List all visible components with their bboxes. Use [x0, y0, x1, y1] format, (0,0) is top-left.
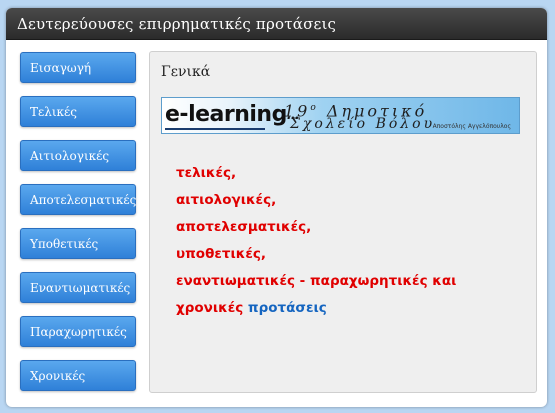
- topic-item: αποτελεσματικές,: [176, 219, 312, 235]
- topic-item-last: εναντιωματικές - παραχωρητικές και χρονι…: [176, 268, 526, 322]
- school-banner: e-learning... 19ο Δημοτικό Σχολείο Βόλου…: [161, 97, 520, 134]
- sidebar-item-final[interactable]: Τελικές: [20, 96, 136, 127]
- sidebar-item-temporal[interactable]: Χρονικές: [20, 360, 136, 391]
- page-title: Γενικά: [161, 64, 211, 80]
- logo-underline: [165, 128, 265, 130]
- sidebar-item-consecutive[interactable]: Αποτελεσματικές: [20, 184, 136, 215]
- sidebar-item-introduction[interactable]: Εισαγωγή: [20, 52, 136, 83]
- topic-last-line1: εναντιωματικές - παραχωρητικές και: [176, 273, 457, 289]
- topic-last-blue: προτάσεις: [247, 300, 327, 316]
- banner-school-line2: Σχολείο Βόλου: [290, 116, 436, 132]
- sidebar-item-causal[interactable]: Αιτιολογικές: [20, 140, 136, 171]
- app-window: Δευτερεύουσες επιρρηματικές προτάσεις Ει…: [6, 8, 547, 407]
- sidebar-item-adversative[interactable]: Εναντιωματικές: [20, 272, 136, 303]
- content-panel: Γενικά e-learning... 19ο Δημοτικό Σχολεί…: [149, 51, 537, 393]
- elearning-logo: e-learning...: [165, 102, 300, 127]
- window-title: Δευτερεύουσες επιρρηματικές προτάσεις: [6, 8, 547, 40]
- topic-item: αιτιολογικές,: [176, 192, 277, 208]
- topic-item: τελικές,: [176, 165, 237, 181]
- topic-item: υποθετικές,: [176, 246, 266, 262]
- sidebar-nav: Εισαγωγή Τελικές Αιτιολογικές Αποτελεσμα…: [20, 52, 137, 404]
- topic-last-red: χρονικές: [176, 300, 244, 316]
- banner-author: Αποστόλης Αγγελόπουλος: [432, 123, 511, 130]
- sidebar-item-concessive[interactable]: Παραχωρητικές: [20, 316, 136, 347]
- sidebar-item-conditional[interactable]: Υποθετικές: [20, 228, 136, 259]
- topic-list: τελικές, αιτιολογικές, αποτελεσματικές, …: [176, 160, 526, 322]
